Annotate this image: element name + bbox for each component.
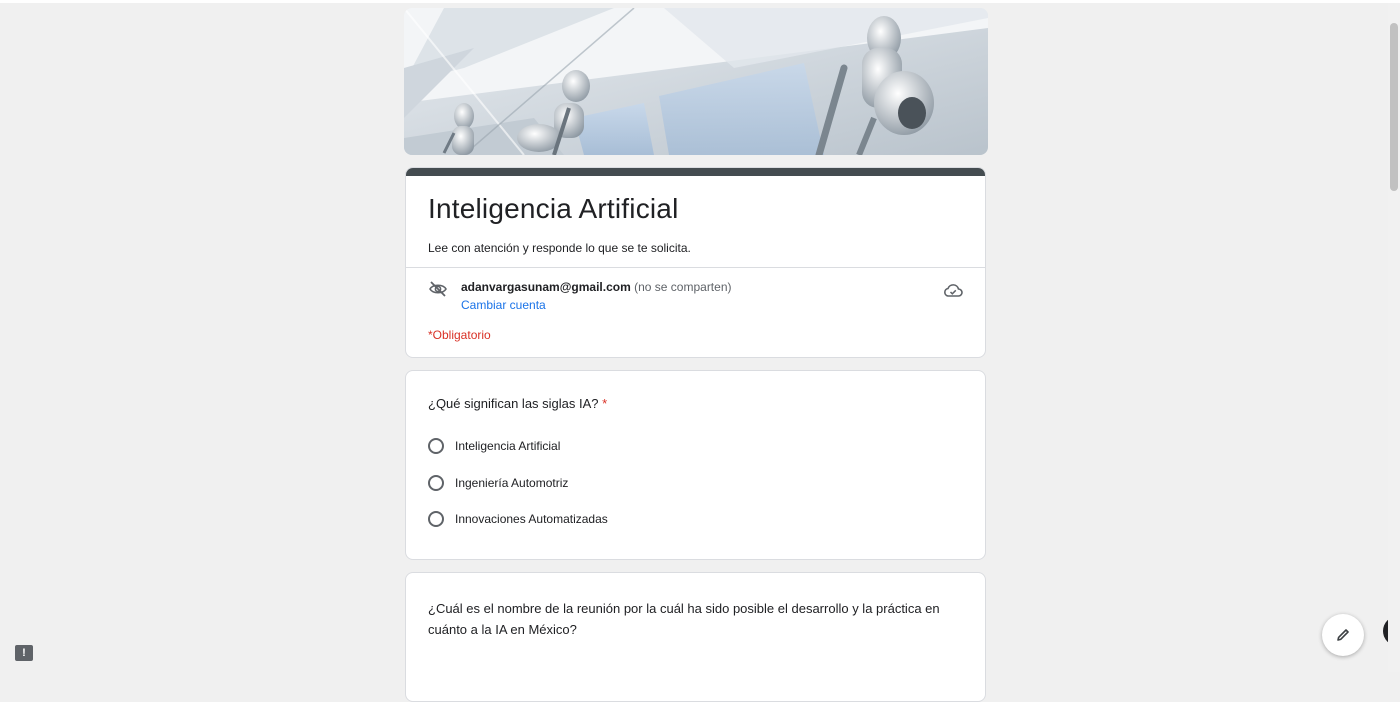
- accent-bar: [406, 168, 985, 176]
- radio-button[interactable]: [428, 475, 444, 491]
- option-innovaciones-automatizadas[interactable]: Innovaciones Automatizadas: [428, 509, 608, 529]
- question-title: ¿Qué significan las siglas IA? *: [428, 396, 607, 411]
- header-banner-image: [404, 8, 988, 155]
- account-note: (no se comparten): [634, 280, 732, 294]
- eye-off-icon: [428, 279, 448, 299]
- radio-button[interactable]: [428, 511, 444, 527]
- option-ingenieria-automotriz[interactable]: Ingeniería Automotriz: [428, 473, 568, 493]
- account-info: adanvargasunam@gmail.com (no se comparte…: [461, 280, 732, 294]
- forms-page: Inteligencia Artificial Lee con atención…: [0, 0, 1400, 702]
- top-border: [0, 0, 1400, 3]
- question-text: ¿Cuál es el nombre de la reunión por la …: [428, 601, 940, 637]
- option-label: Innovaciones Automatizadas: [455, 512, 608, 526]
- question-card-2: ¿Cuál es el nombre de la reunión por la …: [405, 572, 986, 702]
- option-inteligencia-artificial[interactable]: Inteligencia Artificial: [428, 436, 560, 456]
- feedback-icon[interactable]: !: [15, 645, 33, 661]
- scrollbar-thumb[interactable]: [1390, 23, 1398, 191]
- form-title: Inteligencia Artificial: [428, 193, 679, 224]
- edit-button[interactable]: [1322, 614, 1364, 656]
- account-email: adanvargasunam@gmail.com: [461, 280, 631, 294]
- form-description: Lee con atención y responde lo que se te…: [428, 241, 691, 255]
- radio-button[interactable]: [428, 438, 444, 454]
- question-card-1: ¿Qué significan las siglas IA? * Intelig…: [405, 370, 986, 560]
- scrollbar[interactable]: [1388, 3, 1400, 672]
- divider: [406, 267, 985, 268]
- switch-account-link[interactable]: Cambiar cuenta: [461, 298, 546, 312]
- pencil-icon: [1337, 629, 1349, 641]
- question-text: ¿Qué significan las siglas IA?: [428, 396, 599, 411]
- required-note: *Obligatorio: [428, 328, 491, 342]
- cloud-check-icon: [942, 279, 964, 301]
- required-asterisk: *: [602, 396, 608, 411]
- form-header-card: Inteligencia Artificial Lee con atención…: [405, 167, 986, 358]
- option-label: Inteligencia Artificial: [455, 439, 561, 453]
- option-label: Ingeniería Automotriz: [455, 476, 569, 490]
